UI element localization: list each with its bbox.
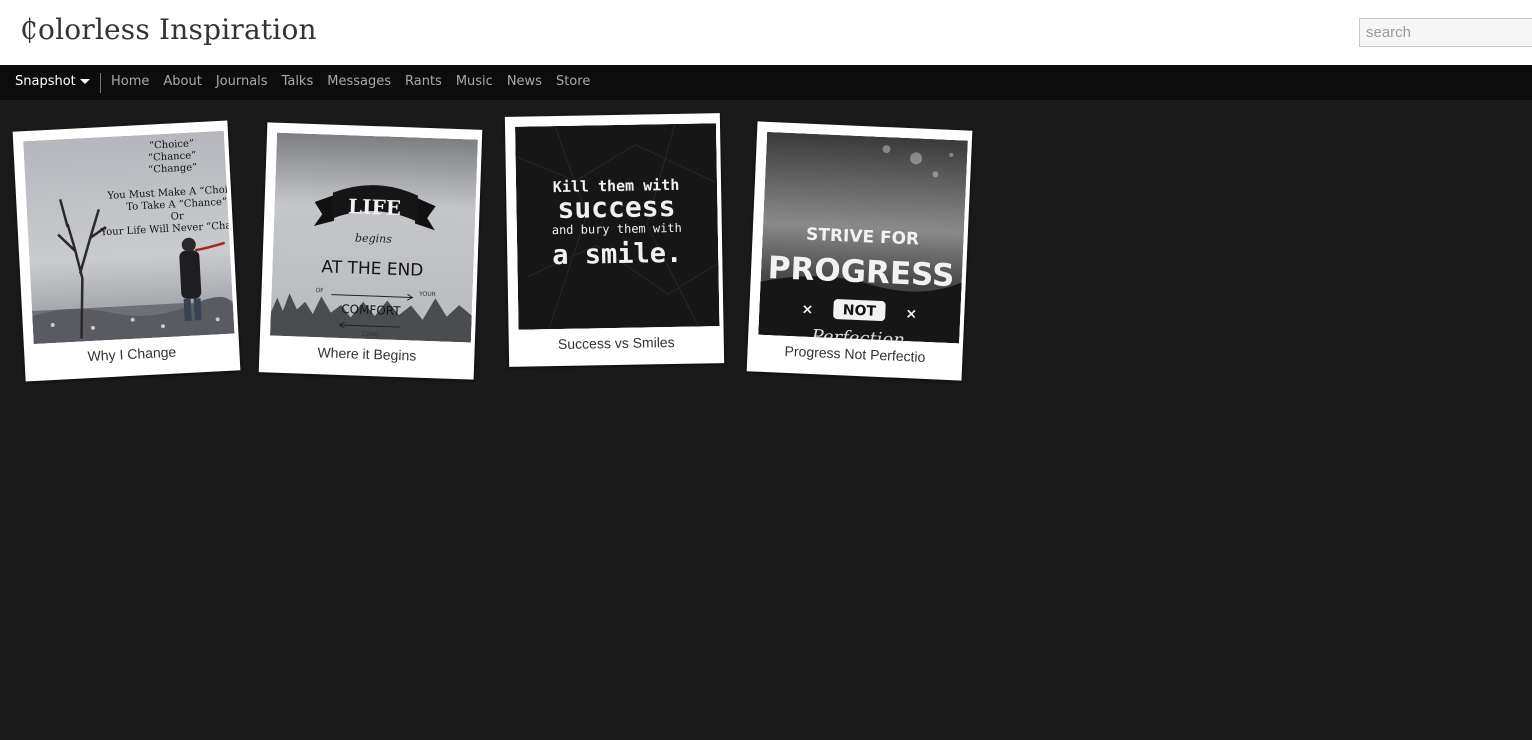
- nav-link-news[interactable]: News: [507, 74, 542, 89]
- image-text: COMFORT: [341, 302, 401, 318]
- nav-link-music[interactable]: Music: [456, 74, 493, 89]
- polaroid-caption: Why I Change: [87, 343, 177, 365]
- polaroid-photo: Kill them with success and bury them wit…: [515, 123, 720, 330]
- image-text: NOT: [842, 302, 876, 319]
- image-text: begins: [355, 231, 393, 245]
- image-text: and bury them with: [552, 221, 682, 237]
- image-text: a smile.: [552, 238, 683, 271]
- image-text: YOUR: [418, 291, 436, 299]
- polaroid-caption: Success vs Smiles: [557, 333, 675, 353]
- polaroid-card[interactable]: LIFE begins AT THE END OF COMFORT YOUR Z…: [258, 122, 483, 380]
- polaroid-photo: LIFE begins AT THE END OF COMFORT YOUR Z…: [269, 132, 478, 343]
- polaroid-photo: “Choice” “Chance” “Change” You Must Make…: [23, 130, 235, 344]
- image-text: Or: [171, 211, 185, 223]
- image-text: Perfection: [810, 326, 905, 343]
- nav-link-talks[interactable]: Talks: [282, 74, 314, 89]
- nav-divider: [100, 73, 101, 93]
- image-text: success: [557, 190, 676, 225]
- svg-text:×: ×: [905, 306, 917, 322]
- nav-link-journals[interactable]: Journals: [216, 74, 268, 89]
- nav-links: Home About Journals Talks Messages Rants…: [111, 74, 590, 89]
- image-text: OF: [315, 287, 324, 294]
- main-navbar: Snapshot Home About Journals Talks Messa…: [0, 65, 1532, 100]
- snapshot-dropdown-label: Snapshot: [15, 74, 76, 89]
- polaroid-card[interactable]: Kill them with success and bury them wit…: [504, 113, 725, 367]
- svg-text:×: ×: [801, 302, 813, 318]
- image-text: LIFE: [348, 194, 402, 220]
- nav-link-home[interactable]: Home: [111, 74, 149, 89]
- polaroid-caption: Progress Not Perfectio: [784, 342, 926, 365]
- search-input[interactable]: [1359, 18, 1532, 47]
- nav-link-store[interactable]: Store: [556, 74, 590, 89]
- polaroid-card[interactable]: STRIVE FOR PROGRESS NOT × × Perfection P…: [746, 121, 973, 381]
- polaroid-caption: Where it Begins: [317, 344, 417, 364]
- polaroid-photo: STRIVE FOR PROGRESS NOT × × Perfection: [758, 131, 968, 344]
- image-text: ZONE: [361, 331, 379, 339]
- polaroid-card[interactable]: “Choice” “Chance” “Change” You Must Make…: [12, 120, 241, 382]
- photo-life-begins: LIFE begins AT THE END OF COMFORT YOUR Z…: [269, 132, 478, 343]
- photo-choice-chance-change: “Choice” “Chance” “Change” You Must Make…: [23, 130, 235, 344]
- caret-down-icon: [79, 79, 90, 84]
- image-text: AT THE END: [321, 257, 424, 281]
- photo-progress-not-perfection: STRIVE FOR PROGRESS NOT × × Perfection: [758, 131, 968, 344]
- photo-success-smile: Kill them with success and bury them wit…: [515, 123, 720, 330]
- nav-link-about[interactable]: About: [163, 74, 201, 89]
- site-header: ₵olorless Inspiration: [0, 0, 1532, 65]
- nav-link-rants[interactable]: Rants: [405, 74, 442, 89]
- snapshot-dropdown[interactable]: Snapshot: [15, 74, 90, 89]
- nav-link-messages[interactable]: Messages: [327, 74, 391, 89]
- site-title[interactable]: ₵olorless Inspiration: [20, 13, 317, 46]
